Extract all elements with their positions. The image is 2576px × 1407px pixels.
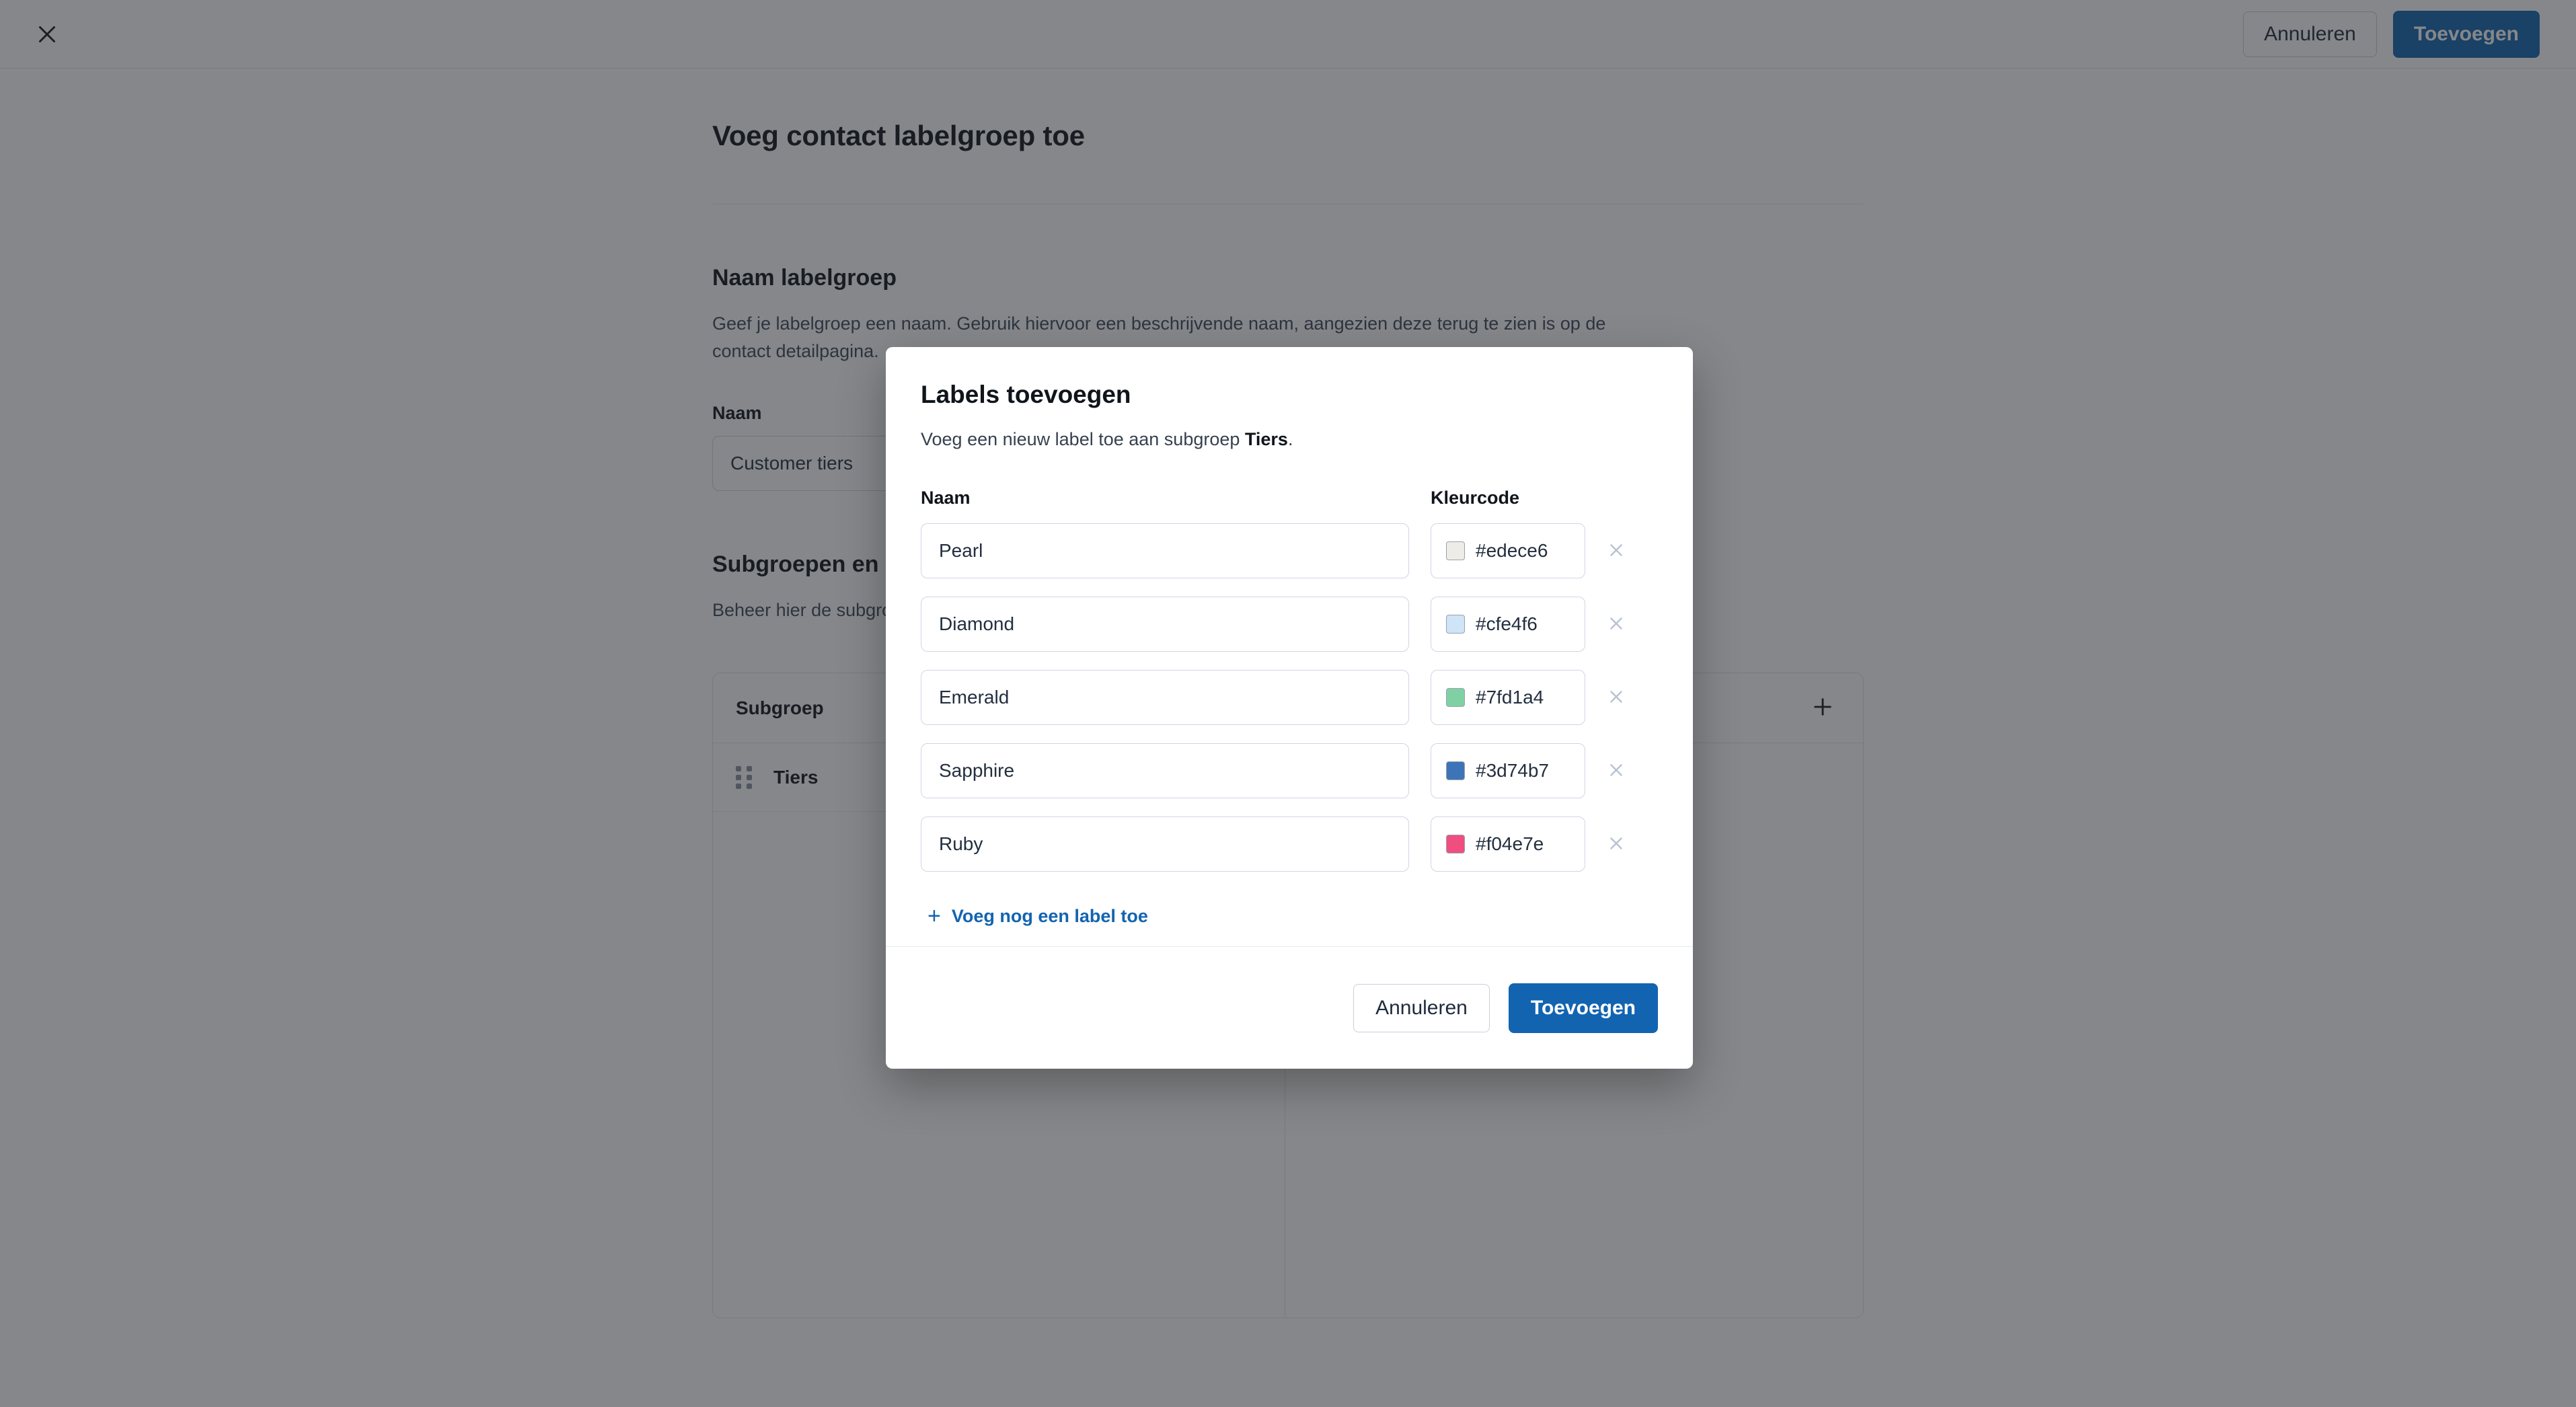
label-row: Pearl #edece6 xyxy=(921,523,1658,578)
label-color-code: #cfe4f6 xyxy=(1476,613,1538,634)
dialog-subtitle-suffix: . xyxy=(1287,429,1293,449)
dialog-subtitle-prefix: Voeg een nieuw label toe aan subgroep xyxy=(921,429,1245,449)
remove-label-button[interactable] xyxy=(1596,531,1636,571)
label-name-input[interactable]: Pearl xyxy=(921,523,1409,578)
color-swatch-icon xyxy=(1446,835,1465,853)
dialog-footer: Annuleren Toevoegen xyxy=(886,946,1693,1069)
label-color-input[interactable]: #f04e7e xyxy=(1431,816,1585,872)
label-row: Sapphire #3d74b7 xyxy=(921,743,1658,798)
label-color-input[interactable]: #edece6 xyxy=(1431,523,1585,578)
label-color-input[interactable]: #3d74b7 xyxy=(1431,743,1585,798)
close-icon xyxy=(1606,833,1626,855)
dialog-subtitle: Voeg een nieuw label toe aan subgroep Ti… xyxy=(921,429,1658,450)
label-row: Emerald #7fd1a4 xyxy=(921,670,1658,725)
add-another-label-text: Voeg nog een label toe xyxy=(951,905,1148,926)
label-row: Ruby #f04e7e xyxy=(921,816,1658,872)
dialog-body: Labels toevoegen Voeg een nieuw label to… xyxy=(886,347,1693,946)
plus-icon: + xyxy=(927,903,941,929)
color-swatch-icon xyxy=(1446,688,1465,707)
add-labels-dialog: Labels toevoegen Voeg een nieuw label to… xyxy=(886,347,1693,1069)
label-name-input[interactable]: Emerald xyxy=(921,670,1409,725)
dialog-cancel-button[interactable]: Annuleren xyxy=(1353,983,1490,1032)
label-color-code: #7fd1a4 xyxy=(1476,687,1544,708)
column-header-name: Naam xyxy=(921,488,971,508)
remove-label-button[interactable] xyxy=(1596,604,1636,644)
close-icon xyxy=(1606,760,1626,782)
remove-label-button[interactable] xyxy=(1596,751,1636,791)
dialog-title: Labels toevoegen xyxy=(921,381,1131,408)
label-color-code: #3d74b7 xyxy=(1476,760,1550,781)
label-color-code: #edece6 xyxy=(1476,540,1548,561)
labels-grid-header: Naam Kleurcode xyxy=(921,488,1658,508)
remove-label-button[interactable] xyxy=(1596,677,1636,718)
labels-grid: Naam Kleurcode Pearl #edece6 Diamond #cf… xyxy=(921,488,1658,927)
close-icon xyxy=(1606,613,1626,636)
label-color-code: #f04e7e xyxy=(1476,833,1544,854)
remove-label-button[interactable] xyxy=(1596,824,1636,864)
label-name-input[interactable]: Ruby xyxy=(921,816,1409,872)
color-swatch-icon xyxy=(1446,761,1465,780)
add-another-label-button[interactable]: + Voeg nog een label toe xyxy=(927,905,1148,927)
color-swatch-icon xyxy=(1446,615,1465,634)
dialog-subtitle-subgroup: Tiers xyxy=(1244,429,1288,449)
label-color-input[interactable]: #7fd1a4 xyxy=(1431,670,1585,725)
color-swatch-icon xyxy=(1446,541,1465,560)
label-name-input[interactable]: Diamond xyxy=(921,597,1409,652)
close-icon xyxy=(1606,540,1626,562)
label-color-input[interactable]: #cfe4f6 xyxy=(1431,597,1585,652)
label-row: Diamond #cfe4f6 xyxy=(921,597,1658,652)
dialog-submit-button[interactable]: Toevoegen xyxy=(1508,983,1658,1033)
column-header-color: Kleurcode xyxy=(1431,488,1520,508)
label-name-input[interactable]: Sapphire xyxy=(921,743,1409,798)
close-icon xyxy=(1606,687,1626,709)
